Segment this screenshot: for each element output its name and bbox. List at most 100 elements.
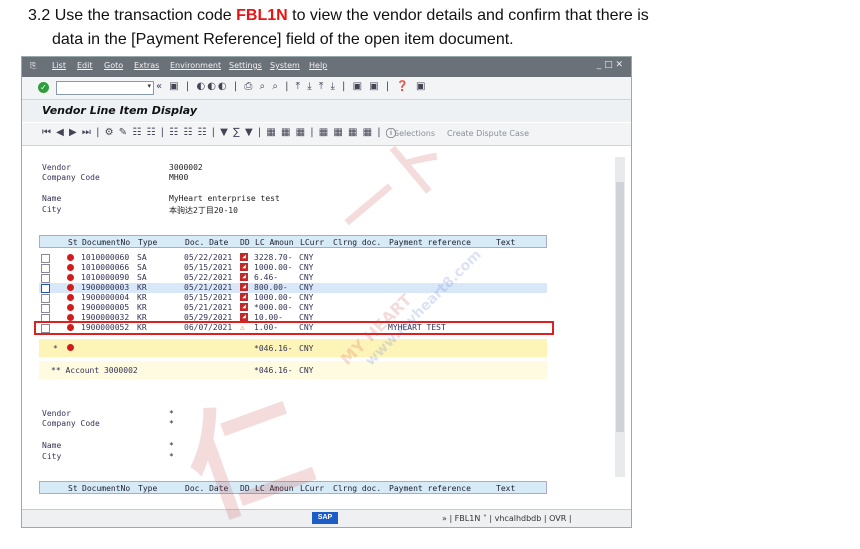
account-total-row[interactable]: ** Account 3000002 *046.16- CNY xyxy=(39,361,547,379)
menu-help[interactable]: Help xyxy=(309,61,327,70)
due-date-icon: ◢ xyxy=(240,303,248,311)
open-item-status-icon xyxy=(67,264,74,271)
col-dd[interactable]: DD xyxy=(240,484,250,493)
document-number[interactable]: 1900000005 xyxy=(81,303,129,312)
company-code-label: Company Code xyxy=(42,419,100,428)
city-label: City xyxy=(42,205,62,214)
enter-icon[interactable]: ✓ xyxy=(38,82,49,93)
create-dispute-button[interactable]: Create Dispute Case xyxy=(447,129,529,138)
name-value: * xyxy=(169,441,174,450)
table-row[interactable]: 1900000004 KR 05/15/2021 ◢ 1000.00- CNY xyxy=(39,293,547,303)
table-row[interactable]: 1010000066 SA 05/15/2021 ◢ 1000.00- CNY xyxy=(39,263,547,273)
table-row[interactable]: 1010000090 SA 05/22/2021 ◢ 6.46- CNY xyxy=(39,273,547,283)
col-lcurr[interactable]: LCurr xyxy=(300,484,324,493)
application-toolbar-icons[interactable]: ⏮ ◀ ▶ ⏭ | ⚙ ✎ ☷ ☷ | ☷ ☷ ☷ | ▼ ∑ ▼ | ▦ ▦ … xyxy=(42,127,397,138)
col-payment-reference[interactable]: Payment reference xyxy=(389,484,471,493)
open-item-status-icon xyxy=(67,284,74,291)
company-code-label: Company Code xyxy=(42,173,100,182)
col-type[interactable]: Type xyxy=(138,484,157,493)
document-number[interactable]: 1900000003 xyxy=(81,283,129,292)
vendor-label: Vendor xyxy=(42,409,71,418)
system-info[interactable]: » | FBL1N ˅ | vhcalhdbdb | OVR | xyxy=(442,514,572,523)
menu-goto[interactable]: Goto xyxy=(104,61,123,70)
title-bar: Vendor Line Item Display xyxy=(22,100,631,122)
document-date: 05/15/2021 xyxy=(184,263,233,272)
document-number[interactable]: 1010000060 xyxy=(81,253,129,262)
document-date: 05/22/2021 xyxy=(184,253,233,262)
instruction-text: to view the vendor details and confirm t… xyxy=(287,7,649,24)
col-lc-amount[interactable]: LC Amoun xyxy=(255,484,294,493)
col-text[interactable]: Text xyxy=(496,484,515,493)
col-doc-date[interactable]: Doc. Date xyxy=(185,484,228,493)
open-item-status-icon xyxy=(67,274,74,281)
menu-settings[interactable]: Settings xyxy=(229,61,262,70)
row-checkbox[interactable] xyxy=(41,254,50,263)
vendor-value: 3000002 xyxy=(169,163,203,172)
row-checkbox[interactable] xyxy=(41,264,50,273)
document-date: 05/21/2021 xyxy=(184,283,233,292)
vertical-scrollbar[interactable] xyxy=(615,157,625,477)
row-checkbox[interactable] xyxy=(41,294,50,303)
row-checkbox[interactable] xyxy=(41,274,50,283)
document-number[interactable]: 1010000090 xyxy=(81,273,129,282)
due-date-icon: ◢ xyxy=(240,293,248,301)
document-type: KR xyxy=(137,303,147,312)
row-checkbox[interactable] xyxy=(41,284,50,293)
col-payment-reference[interactable]: Payment reference xyxy=(389,238,471,247)
due-date-icon: ◢ xyxy=(240,283,248,291)
amount: 1000.00- xyxy=(254,263,293,272)
subtotal-currency: CNY xyxy=(299,344,314,353)
scrollbar-thumb[interactable] xyxy=(616,182,624,432)
menu-extras[interactable]: Extras xyxy=(134,61,159,70)
account-total-currency: CNY xyxy=(299,366,314,375)
subtotal-row[interactable]: * *046.16- CNY xyxy=(39,339,547,357)
currency: CNY xyxy=(299,283,314,292)
amount: 6.46- xyxy=(254,273,279,282)
amount: 3228.70- xyxy=(254,253,293,262)
column-header-row: St DocumentNo Type Doc. Date DD LC Amoun… xyxy=(39,481,547,494)
transaction-code: FBL1N xyxy=(236,7,288,24)
menu-edit[interactable]: Edit xyxy=(77,61,93,70)
menu-system[interactable]: System xyxy=(270,61,300,70)
instruction-line-1: 3.2 Use the transaction code FBL1N to vi… xyxy=(28,7,649,25)
table-row[interactable]: 1900000003 KR 05/21/2021 ◢ 800.00- CNY xyxy=(39,283,547,293)
col-st[interactable]: St xyxy=(68,484,78,493)
table-row[interactable]: 1010000060 SA 05/22/2021 ◢ 3228.70- CNY xyxy=(39,253,547,263)
col-text[interactable]: Text xyxy=(496,238,515,247)
document-number[interactable]: 1900000004 xyxy=(81,293,129,302)
open-item-status-icon xyxy=(67,314,74,321)
due-date-icon: ◢ xyxy=(240,273,248,281)
col-type[interactable]: Type xyxy=(138,238,157,247)
city-label: City xyxy=(42,452,62,461)
col-clrng-doc[interactable]: Clrng doc. xyxy=(333,238,381,247)
amount: *000.00- xyxy=(254,303,293,312)
instruction-text: 3.2 Use the transaction code xyxy=(28,7,237,24)
table-row[interactable]: 1900000005 KR 05/21/2021 ◢ *000.00- CNY xyxy=(39,303,547,313)
col-clrng-doc[interactable]: Clrng doc. xyxy=(333,484,381,493)
subtotal-amount: *046.16- xyxy=(254,344,293,353)
command-field[interactable]: ▾ xyxy=(56,81,154,95)
col-documentno[interactable]: DocumentNo xyxy=(82,484,130,493)
window-menu-icon[interactable]: ⎘ xyxy=(30,61,36,71)
col-st[interactable]: St xyxy=(68,238,78,247)
col-documentno[interactable]: DocumentNo xyxy=(82,238,130,247)
col-dd[interactable]: DD xyxy=(240,238,250,247)
document-type: SA xyxy=(137,273,147,282)
menu-list[interactable]: List xyxy=(52,61,66,70)
col-lc-amount[interactable]: LC Amoun xyxy=(255,238,294,247)
vendor-label: Vendor xyxy=(42,163,71,172)
open-item-status-icon xyxy=(67,304,74,311)
col-doc-date[interactable]: Doc. Date xyxy=(185,238,228,247)
window-controls[interactable]: _ □ ✕ xyxy=(597,60,623,70)
city-value: * xyxy=(169,452,174,461)
chevron-down-icon[interactable]: ▾ xyxy=(147,82,151,90)
menu-environment[interactable]: Environment xyxy=(170,61,221,70)
col-lcurr[interactable]: LCurr xyxy=(300,238,324,247)
standard-toolbar-icons[interactable]: « ▣ | ◐◐◐ | ⎙ ⌕ ⌕ | ⤒ ⤓ ⤒ ⤓ | ▣ ▣ | ❓ ▣ xyxy=(156,81,427,92)
selections-button[interactable]: Selections xyxy=(394,129,435,138)
document-date: 05/21/2021 xyxy=(184,303,233,312)
row-checkbox[interactable] xyxy=(41,304,50,313)
document-type: KR xyxy=(137,283,147,292)
document-number[interactable]: 1010000066 xyxy=(81,263,129,272)
currency: CNY xyxy=(299,293,314,302)
